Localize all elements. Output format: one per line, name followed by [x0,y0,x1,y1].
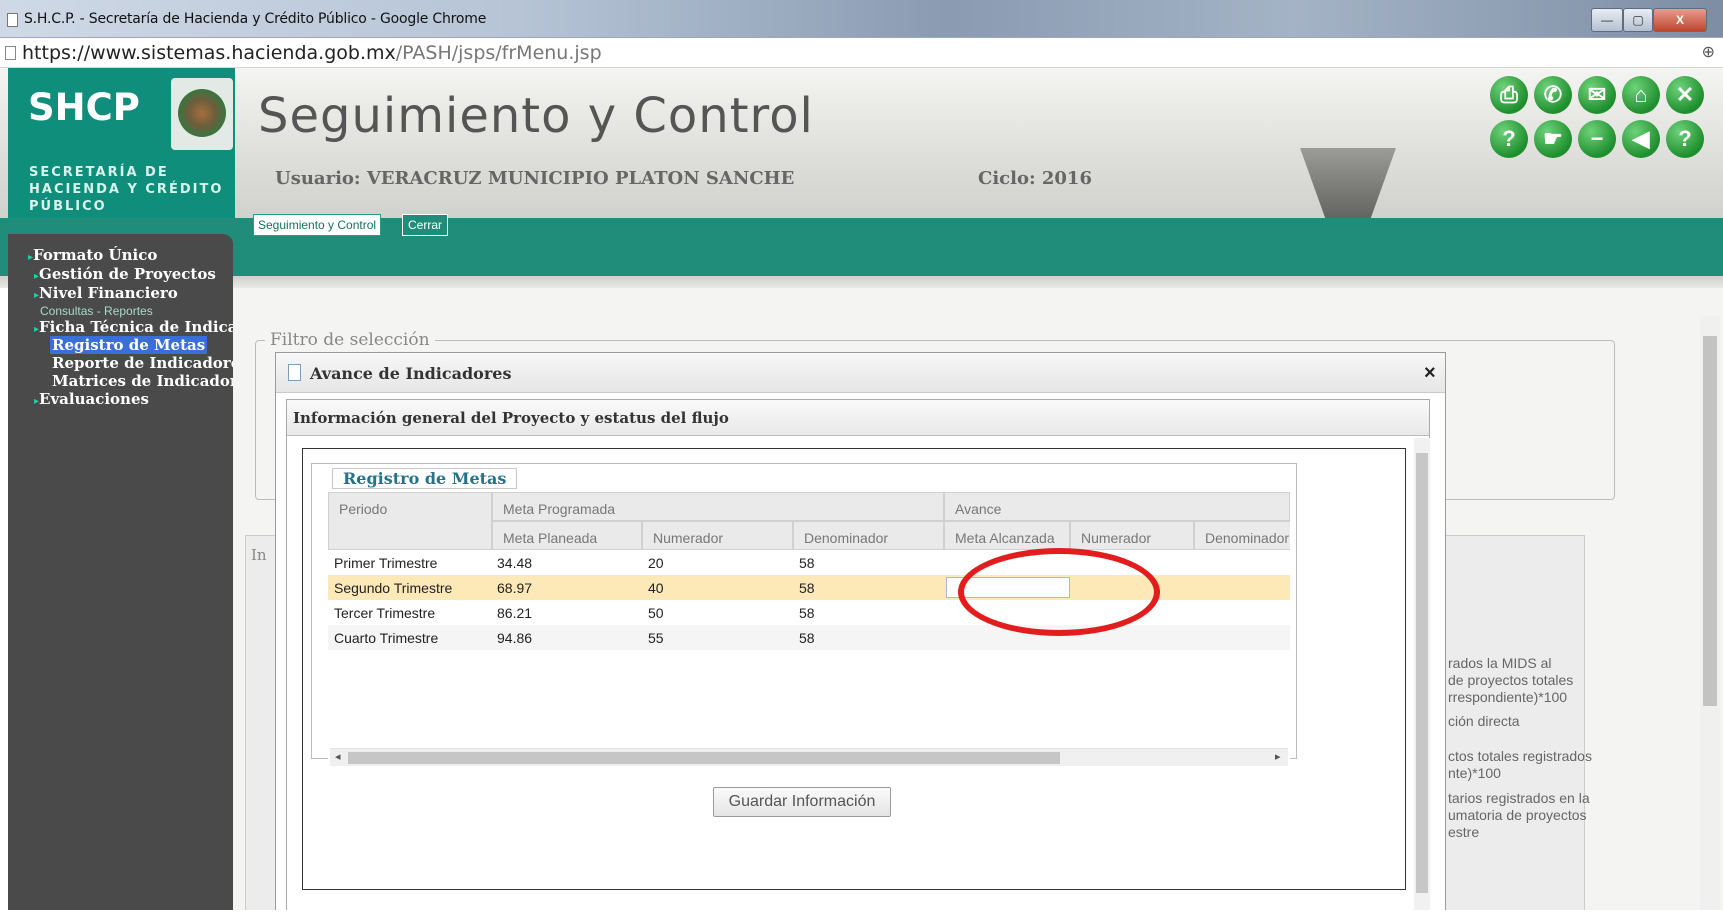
header-meta-planeada: Meta Planeada [492,521,642,550]
grid-horizontal-scrollbar[interactable]: ◂ ▸ [330,748,1288,766]
cell-denominador: 58 [799,555,815,571]
registro-metas-legend: Registro de Metas [332,468,518,489]
sidebar-item-matrices[interactable]: Matrices de Indicadores [52,372,256,390]
header-avance-denominador: Denominador [1194,521,1290,550]
question-icon[interactable]: ? [1666,120,1704,158]
scroll-right-icon[interactable]: ▸ [1275,750,1281,763]
browser-window: S.H.C.P. - Secretaría de Hacienda y Créd… [0,0,1723,918]
metas-grid: Periodo Meta Programada Avance Meta Plan… [328,492,1290,768]
zoom-icon[interactable]: ⊕ [1702,42,1715,62]
mail-icon[interactable]: ✉ [1578,76,1616,114]
cell-periodo: Tercer Trimestre [334,605,436,621]
address-bar[interactable]: https://www.sistemas.hacienda.gob.mx/PAS… [0,38,1723,68]
scroll-thumb[interactable] [348,752,1060,764]
url-text[interactable]: https://www.sistemas.hacienda.gob.mx/PAS… [22,42,602,64]
tab-cerrar[interactable]: Cerrar [402,214,449,236]
minimize-button[interactable]: — [1591,8,1623,32]
user-label: Usuario: VERACRUZ MUNICIPIO PLATON SANCH… [275,168,795,189]
close-icon[interactable]: ✕ [1666,76,1704,114]
minus-icon[interactable]: − [1578,120,1616,158]
sidebar-item-nivel-financiero[interactable]: ▸Nivel Financiero [34,284,178,302]
header-denominador: Denominador [793,521,944,550]
phone-icon[interactable]: ✆ [1534,76,1572,114]
sidebar-item-reporte-indicadores[interactable]: Reporte de Indicadores [52,354,249,372]
header-meta-alcanzada: Meta Alcanzada [944,521,1070,550]
cell-meta-planeada: 34.48 [497,555,533,571]
maximize-button[interactable]: ▢ [1623,8,1653,32]
background-text: umatoria de proyectos [1448,807,1587,823]
inner-scrollbar[interactable] [1414,438,1430,918]
red-highlight-circle [958,548,1160,636]
app-title: Seguimiento y Control [258,88,814,144]
panel-label: In [251,546,267,564]
table-row[interactable]: Cuarto Trimestre 94.86 55 58 [328,625,1290,650]
background-text: rados la MIDS al [1448,655,1552,671]
dialog-close-button[interactable]: × [1424,362,1436,385]
header-meta-programada: Meta Programada [492,492,944,521]
logo-subtitle: SECRETARÍA DE HACIENDA Y CRÉDITO PÚBLICO [29,165,224,214]
page-icon [5,46,16,60]
avance-indicadores-dialog: Avance de Indicadores × Información gene… [275,352,1446,918]
tab-seguimiento[interactable]: Seguimiento y Control [253,214,382,236]
sidebar-item-registro-metas[interactable]: Registro de Metas [50,336,208,354]
project-info-panel: Información general del Proyecto y estat… [286,399,1430,918]
sidebar-item-gestion-proyectos[interactable]: ▸Gestión de Proyectos [34,265,216,283]
title-bar: S.H.C.P. - Secretaría de Hacienda y Créd… [0,0,1723,38]
shcp-logo: SHCP SECRETARÍA DE HACIENDA Y CRÉDITO PÚ… [8,68,235,228]
background-text: tarios registrados en la [1448,790,1590,806]
pointer-icon[interactable]: ☛ [1534,120,1572,158]
cell-meta-planeada: 68.97 [497,580,533,596]
cell-periodo: Cuarto Trimestre [334,630,439,646]
background-text: nte)*100 [1448,765,1501,781]
section-title: Información general del Proyecto y estat… [293,409,729,427]
header-decoration [1300,148,1396,228]
cycle-label: Ciclo: 2016 [978,168,1092,189]
background-text: ción directa [1448,713,1520,729]
header-avance: Avance [944,492,1290,521]
cell-periodo: Segundo Trimestre [334,580,453,596]
document-icon [288,364,301,381]
window-title: S.H.C.P. - Secretaría de Hacienda y Créd… [24,11,487,27]
page-scrollbar[interactable] [1700,316,1720,918]
close-window-button[interactable]: X [1653,8,1707,32]
background-text: ctos totales registrados [1448,748,1592,764]
header-numerador: Numerador [642,521,793,550]
national-seal-icon [171,78,233,150]
background-text: rrespondiente)*100 [1448,689,1568,705]
cell-denominador: 58 [799,630,815,646]
cell-numerador: 55 [648,630,664,646]
scroll-left-icon[interactable]: ◂ [335,750,341,763]
back-icon[interactable]: ◀ [1622,120,1660,158]
app-header: SHCP SECRETARÍA DE HACIENDA Y CRÉDITO PÚ… [0,68,1723,228]
header-avance-numerador: Numerador [1070,521,1194,550]
sidebar-item-evaluaciones[interactable]: ▸Evaluaciones [34,390,149,408]
cell-numerador: 40 [648,580,664,596]
cell-denominador: 58 [799,605,815,621]
print-icon[interactable]: ⎙ [1490,76,1528,114]
cell-meta-planeada: 86.21 [497,605,533,621]
home-icon[interactable]: ⌂ [1622,76,1660,114]
cell-numerador: 50 [648,605,664,621]
sidebar-item-formato-unico[interactable]: ▸Formato Único [28,246,157,264]
header-periodo: Periodo [328,492,492,550]
page-icon [7,13,18,27]
guardar-informacion-button[interactable]: Guardar Información [713,787,891,817]
section-header: Información general del Proyecto y estat… [287,400,1429,436]
dialog-header: Avance de Indicadores × [276,353,1445,393]
dialog-title: Avance de Indicadores [310,364,512,383]
sidebar-item-consultas[interactable]: Consultas - Reportes [40,304,153,318]
filter-label: Filtro de selección [265,330,435,350]
background-text: de proyectos totales [1448,672,1574,688]
cell-meta-planeada: 94.86 [497,630,533,646]
cell-denominador: 58 [799,580,815,596]
sidebar: ▸Formato Único ▸Gestión de Proyectos ▸Ni… [8,234,284,918]
logo-mark: SHCP [28,86,140,129]
help-book-icon[interactable]: ? [1490,120,1528,158]
background-text: estre [1448,824,1480,840]
metas-box: Periodo Meta Programada Avance Meta Plan… [302,448,1406,890]
cell-numerador: 20 [648,555,664,571]
cell-periodo: Primer Trimestre [334,555,438,571]
